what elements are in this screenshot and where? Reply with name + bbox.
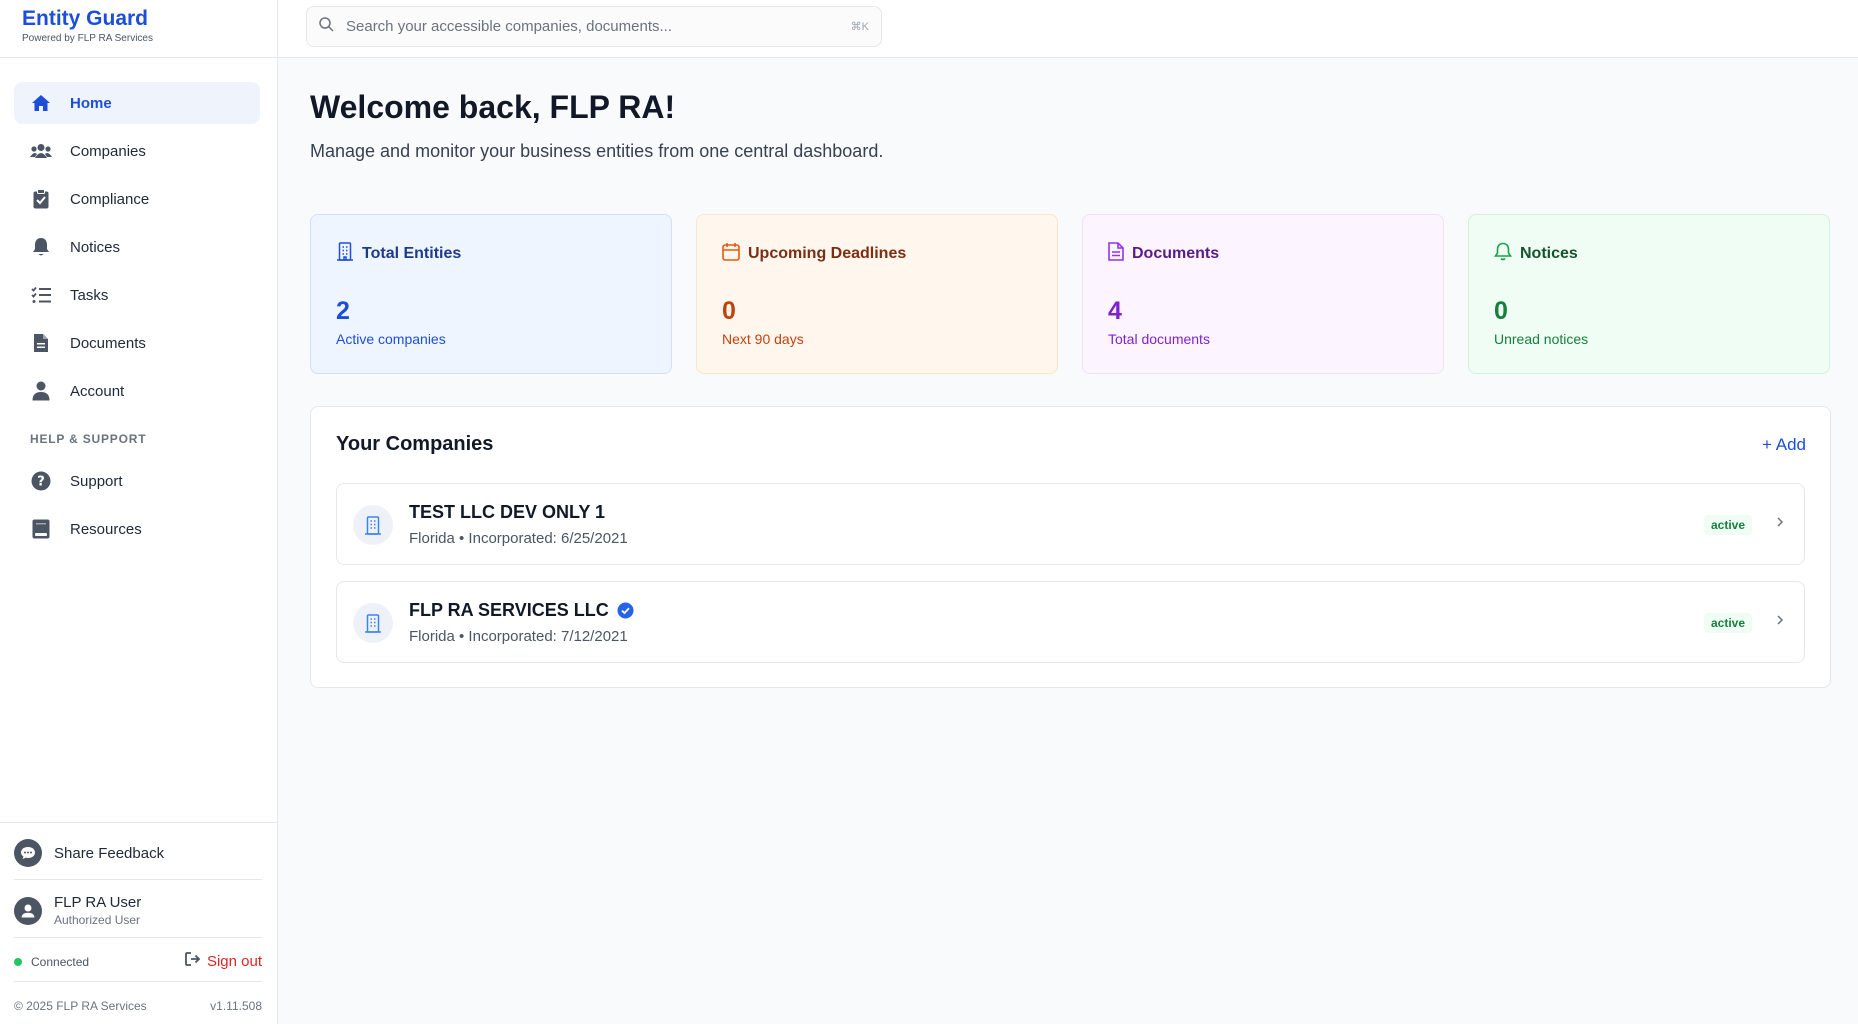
sidebar-item-tasks[interactable]: Tasks [14,274,260,316]
stat-value: 0 [722,297,736,325]
company-meta: Florida • Incorporated: 6/25/2021 [409,530,628,547]
sidebar: Entity Guard Powered by FLP RA Services … [0,0,278,1024]
sidebar-item-label: Resources [70,520,142,538]
stat-value: 0 [1494,297,1508,325]
home-icon [30,92,52,114]
stat-value: 4 [1108,297,1122,325]
sidebar-item-documents[interactable]: Documents [14,322,260,364]
sidebar-item-label: Companies [70,142,146,160]
sign-out-label: Sign out [206,953,262,970]
divider [14,879,262,880]
building-icon [353,603,393,643]
bell-icon [1494,242,1512,266]
companies-panel: Your Companies + Add TEST LLC DEV ONLY 1… [310,406,1831,688]
user-role: Authorized User [54,913,141,927]
building-icon [353,505,393,545]
sidebar-item-label: Documents [70,334,146,352]
brand: Entity Guard Powered by FLP RA Services [0,0,277,58]
users-icon [30,140,52,162]
status-dot [14,958,22,966]
connection-status-label: Connected [31,955,90,969]
divider [14,937,262,938]
sign-out-button[interactable]: Sign out [185,952,262,971]
user-name: FLP RA User [54,894,142,911]
stat-title: Total Entities [362,245,462,262]
page-subtitle: Manage and monitor your business entitie… [310,141,884,161]
verified-badge-icon [617,602,634,619]
search-box[interactable]: ⌘K [306,6,882,47]
chevron-right-icon [1776,515,1784,533]
connection-status: Connected [14,955,89,969]
stat-description: Total documents [1108,331,1210,347]
stat-title: Upcoming Deadlines [748,245,907,262]
sidebar-item-label: Compliance [70,190,150,208]
stat-card-notices[interactable]: Notices 0 Unread notices [1468,214,1830,374]
stat-description: Active companies [336,331,446,347]
building-icon [336,242,354,266]
file-icon [30,332,52,354]
stat-description: Unread notices [1494,331,1589,347]
sidebar-item-support[interactable]: ? Support [14,460,260,502]
user-profile[interactable]: FLP RA User Authorized User [14,894,141,927]
company-name: TEST LLC DEV ONLY 1 [409,502,606,522]
top-bar: ⌘K [278,0,1858,58]
sidebar-item-companies[interactable]: Companies [14,130,260,172]
book-icon [30,518,52,540]
stat-title: Documents [1132,245,1220,262]
bell-icon [30,236,52,258]
question-circle-icon: ? [30,470,52,492]
help-section-heading: HELP & SUPPORT [30,432,147,446]
add-company-button[interactable]: + Add [1762,435,1806,455]
status-badge: active [1703,613,1752,633]
stat-card-upcoming-deadlines[interactable]: Upcoming Deadlines 0 Next 90 days [696,214,1058,374]
page-title: Welcome back, FLP RA! [310,89,676,125]
sidebar-item-resources[interactable]: Resources [14,508,260,550]
stat-card-documents[interactable]: Documents 4 Total documents [1082,214,1444,374]
sidebar-item-label: Home [70,94,112,112]
brand-title[interactable]: Entity Guard [22,7,277,31]
stat-card-total-entities[interactable]: Total Entities 2 Active companies [310,214,672,374]
sidebar-footer: Share Feedback FLP RA User Authorized Us… [0,822,278,1024]
clipboard-check-icon [30,188,52,210]
sidebar-item-label: Account [70,382,125,400]
sidebar-item-label: Notices [70,238,121,256]
company-row[interactable]: TEST LLC DEV ONLY 1 Florida • Incorporat… [336,483,1805,565]
company-row[interactable]: FLP RA SERVICES LLC Florida • Incorporat… [336,581,1805,663]
chat-icon [14,839,42,867]
share-feedback-button[interactable]: Share Feedback [14,839,164,867]
app-version: v1.11.508 [210,999,262,1013]
sidebar-nav: Home Companies Compliance Notices Tasks [14,82,260,556]
sidebar-item-compliance[interactable]: Compliance [14,178,260,220]
companies-title: Your Companies [336,433,494,455]
brand-subtitle: Powered by FLP RA Services [22,33,153,44]
divider [14,981,262,982]
avatar [14,896,42,925]
keyboard-shortcut-hint: ⌘K [850,21,869,33]
stats-cards: Total Entities 2 Active companies Upcomi… [310,214,1831,374]
status-badge: active [1703,515,1752,535]
copyright: © 2025 FLP RA Services [14,999,147,1013]
search-icon [319,16,334,37]
document-icon [1108,242,1124,266]
user-icon [30,380,52,402]
stat-description: Next 90 days [722,331,804,347]
svg-text:?: ? [37,475,45,490]
sidebar-item-label: Support [70,472,123,490]
calendar-icon [722,242,740,266]
sidebar-item-home[interactable]: Home [14,82,260,124]
list-check-icon [30,284,52,306]
company-meta: Florida • Incorporated: 7/12/2021 [409,628,628,645]
stat-value: 2 [336,297,350,325]
sidebar-item-account[interactable]: Account [14,370,260,412]
search-input[interactable] [346,18,851,35]
stat-title: Notices [1520,245,1578,262]
sign-out-icon [185,952,201,971]
company-name: FLP RA SERVICES LLC [409,600,609,620]
share-feedback-label: Share Feedback [54,844,165,862]
sidebar-item-label: Tasks [70,286,109,304]
chevron-right-icon [1776,613,1784,631]
sidebar-item-notices[interactable]: Notices [14,226,260,268]
